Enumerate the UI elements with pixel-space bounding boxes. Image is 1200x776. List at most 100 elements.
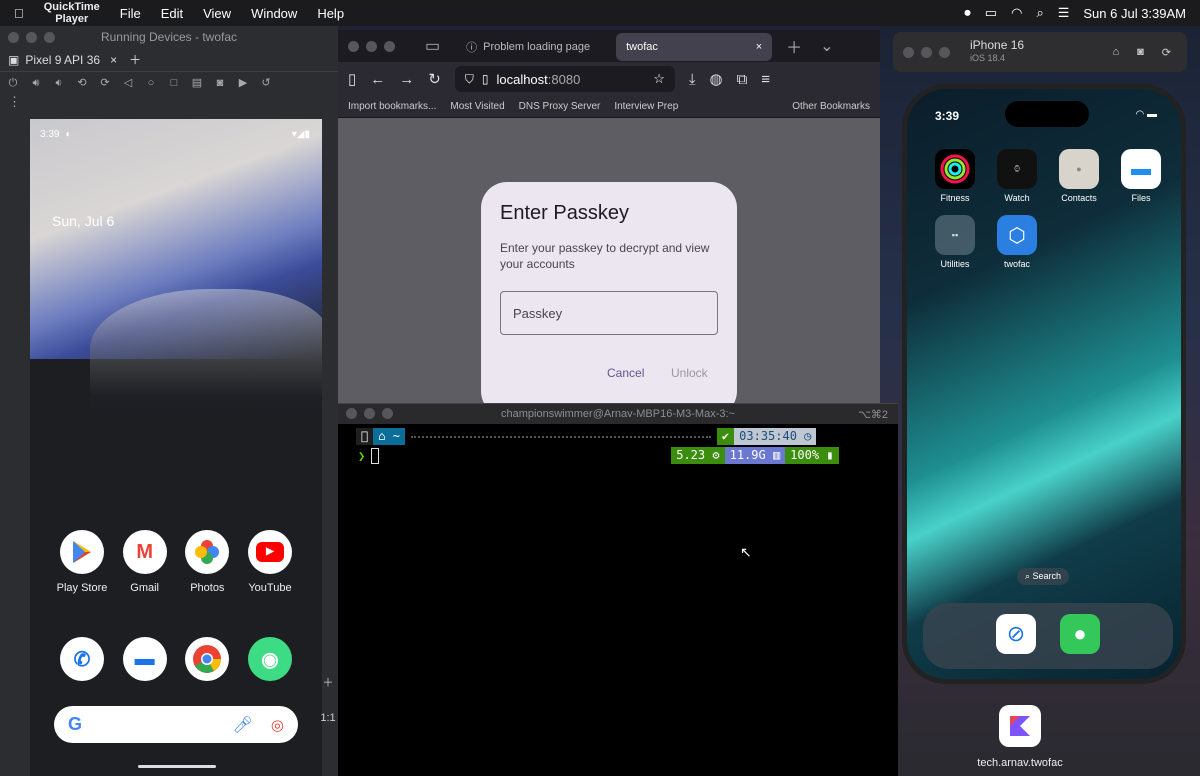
overview-icon[interactable]: □ — [167, 77, 181, 89]
google-search-bar[interactable]: G 🎤︎ ◎ — [54, 706, 298, 743]
back-icon[interactable]: ◁ — [121, 77, 135, 89]
youtube-icon: ▶ — [247, 530, 292, 574]
close-icon[interactable]: × — [110, 53, 117, 67]
power-icon[interactable]: ⏻ — [6, 77, 20, 89]
app-label: Fitness — [940, 193, 970, 203]
emulator-title-bar: Running Devices - twofac — [0, 26, 338, 48]
terminal-window[interactable]: championswimmer@Arnav-MBP16-M3-Max-3:~ ⌥… — [338, 403, 898, 776]
rotate-icon[interactable]: ⟳ — [1162, 46, 1171, 59]
app-youtube[interactable]: ▶ YouTube — [242, 530, 298, 594]
menu-app-name[interactable]: QuickTime Player — [44, 1, 100, 25]
app-watch[interactable]: ⌚︎ Watch — [995, 149, 1039, 203]
ios-dock: ⊘ ● — [923, 603, 1173, 669]
date-widget[interactable]: Sun, Jul 6 — [52, 213, 114, 229]
rotate-left-icon[interactable]: ⟲ — [75, 77, 89, 89]
history-icon[interactable]: ↺ — [259, 77, 273, 89]
wifi-icon[interactable]: ◠ — [1011, 5, 1022, 21]
tab-list-icon[interactable]: ⌄ — [820, 36, 833, 56]
twofac-icon: ⬡ — [997, 215, 1037, 255]
passkey-input[interactable] — [500, 291, 718, 335]
android-status-time: 3:39 — [40, 129, 60, 140]
menu-help[interactable]: Help — [317, 6, 344, 21]
device-icon: ▣ — [8, 52, 20, 67]
bookmark-import[interactable]: Import bookmarks... — [348, 101, 436, 112]
account-icon[interactable]: ◍ — [709, 70, 722, 88]
app-label: Play Store — [56, 582, 108, 594]
bookmark-star-icon[interactable]: ☆ — [653, 71, 665, 87]
camera-icon[interactable]: ◙ — [213, 77, 227, 89]
battery-icon[interactable]: ▭ — [985, 5, 997, 21]
window-controls[interactable] — [903, 46, 950, 58]
tab-pixel-device[interactable]: Pixel 9 API 36 — [25, 53, 100, 67]
bookmark-interview-prep[interactable]: Interview Prep — [614, 101, 678, 112]
app-photos[interactable]: Photos — [179, 530, 235, 594]
url-bar[interactable]: ⛉ ▯ localhost:8080 ☆ — [454, 66, 675, 92]
menu-icon[interactable]: ≡ — [761, 71, 770, 88]
cancel-button[interactable]: Cancel — [607, 366, 644, 380]
app-safari[interactable]: ⊘ — [994, 614, 1038, 658]
zoom-ratio[interactable]: 1:1 — [318, 712, 338, 724]
bookmark-most-visited[interactable]: Most Visited — [450, 101, 504, 112]
app-gmail[interactable]: M Gmail — [117, 530, 173, 594]
app-phone[interactable]: ✆ — [54, 637, 110, 689]
iphone-screen[interactable]: 3:39 ◠ ▬ Fitness ⌚︎ Watch ● Contacts ▬ File… — [902, 84, 1186, 684]
bookmark-dns-proxy[interactable]: DNS Proxy Server — [519, 101, 601, 112]
search-icon[interactable]: ⌕ — [1036, 5, 1043, 21]
menu-window[interactable]: Window — [251, 6, 297, 21]
kotlin-app-icon[interactable] — [999, 705, 1041, 747]
window-controls[interactable] — [8, 32, 55, 43]
volume-up-icon[interactable]: 🔊︎ — [29, 77, 43, 89]
record-video-icon[interactable]: ▶ — [236, 77, 250, 89]
screenshot-icon[interactable]: ◙ — [1137, 46, 1144, 58]
menu-edit[interactable]: Edit — [161, 6, 183, 21]
more-icon[interactable]: ⋮ — [0, 94, 338, 110]
app-messages[interactable]: ● — [1058, 614, 1102, 658]
tab-twofac[interactable]: twofac × — [616, 33, 773, 61]
mic-icon[interactable]: 🎤︎ — [233, 715, 253, 735]
back-icon[interactable]: ← — [370, 71, 385, 88]
android-screen[interactable]: 3:39 ◐ ▾◢▮ Sun, Jul 6 Play Store M Gmail… — [30, 119, 322, 776]
reload-icon[interactable]: ↻ — [428, 70, 441, 88]
app-label: Contacts — [1061, 193, 1097, 203]
apple-icon[interactable]:  — [14, 6, 24, 21]
gesture-bar[interactable] — [138, 765, 216, 768]
fold-icon[interactable]: ▤ — [190, 77, 204, 89]
app-twofac[interactable]: ⬡ twofac — [995, 215, 1039, 269]
app-contacts[interactable]: ● Contacts — [1057, 149, 1101, 203]
unlock-button[interactable]: Unlock — [671, 366, 708, 380]
zoom-in-icon[interactable]: ＋ — [318, 674, 338, 690]
app-messages[interactable]: ▬ — [117, 637, 173, 689]
play-store-icon — [60, 530, 104, 574]
download-icon[interactable]: ⤓ — [689, 71, 696, 88]
lens-icon[interactable]: ◎ — [271, 716, 284, 734]
app-play-store[interactable]: Play Store — [54, 530, 110, 594]
rotate-right-icon[interactable]: ⟳ — [98, 77, 112, 89]
menubar-datetime[interactable]: Sun 6 Jul 3:39AM — [1083, 6, 1186, 21]
volume-down-icon[interactable]: 🔉︎ — [52, 77, 66, 89]
tab-overview-icon[interactable]: ▭ — [425, 36, 440, 56]
close-tab-icon[interactable]: × — [756, 41, 762, 53]
bookmark-other[interactable]: Other Bookmarks — [792, 101, 870, 112]
sidebar-icon[interactable]: ▯ — [348, 70, 356, 88]
home-icon[interactable]: ⌂ — [1112, 46, 1119, 58]
menu-view[interactable]: View — [203, 6, 231, 21]
app-chrome[interactable] — [179, 637, 235, 689]
spotlight-search-pill[interactable]: ⌕ Search — [1017, 568, 1070, 585]
prompt-mem: 11.9G — [729, 448, 766, 462]
home-icon[interactable]: ○ — [144, 77, 158, 89]
window-controls[interactable] — [348, 40, 395, 52]
menu-file[interactable]: File — [120, 6, 141, 21]
app-files[interactable]: ▬ Files — [1119, 149, 1163, 203]
new-tab-icon[interactable]: ＋ — [786, 34, 802, 58]
record-icon[interactable]: ⏺ — [964, 5, 971, 21]
tab-problem-loading[interactable]: ⓘ Problem loading page — [456, 33, 616, 61]
forward-icon[interactable]: → — [399, 71, 414, 88]
app-fitness[interactable]: Fitness — [933, 149, 977, 203]
extensions-icon[interactable]: ⧉ — [737, 71, 748, 88]
app-utilities[interactable]: ▪▪ Utilities — [933, 215, 977, 269]
app-android[interactable]: ◉ — [242, 637, 298, 689]
page-icon: ▯ — [481, 72, 489, 86]
add-tab-icon[interactable]: ＋ — [129, 51, 141, 68]
window-controls[interactable] — [346, 408, 393, 419]
control-center-icon[interactable]: ☰ — [1058, 5, 1070, 21]
